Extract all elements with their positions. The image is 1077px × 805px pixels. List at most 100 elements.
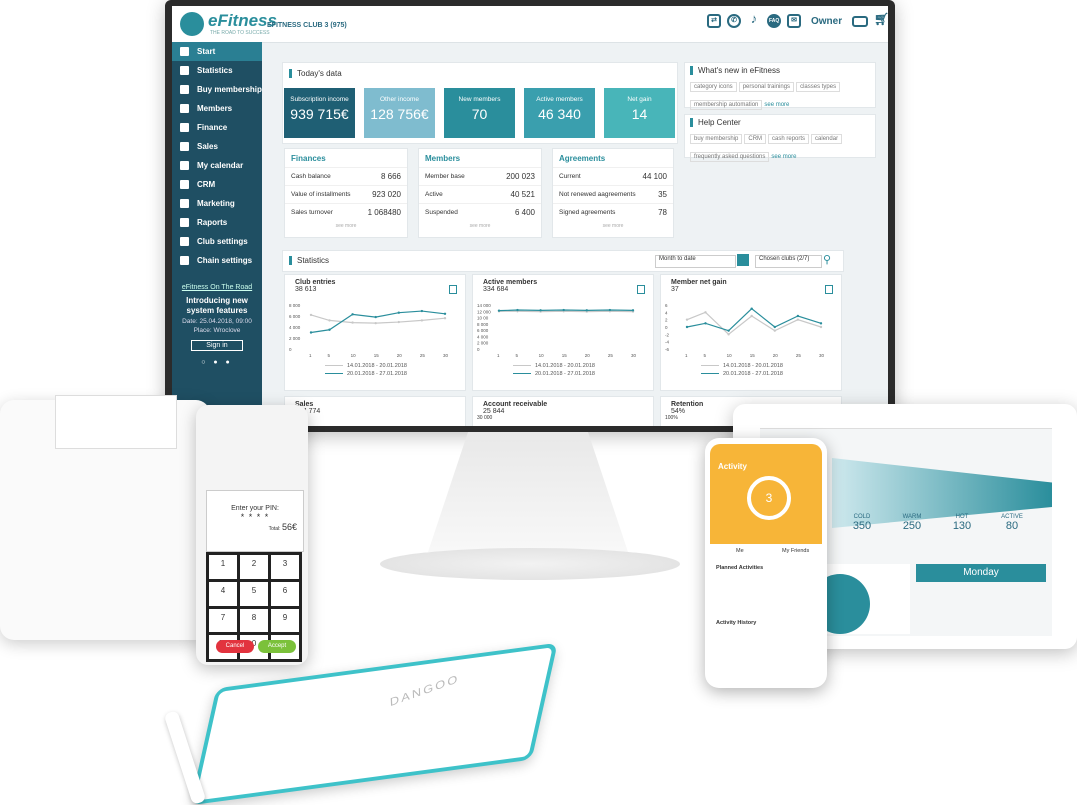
cart-icon[interactable]: 🛒︎ [874, 14, 888, 28]
keypad-key[interactable]: 4 [209, 582, 237, 606]
data-point [444, 317, 446, 319]
tag-link[interactable]: category icons [690, 82, 737, 92]
sidebar-item-chain-settings[interactable]: Chain settings [172, 251, 262, 270]
user-menu[interactable]: Owner [811, 16, 842, 27]
tag-link[interactable]: frequently asked questions [690, 152, 769, 162]
keypad-key[interactable]: 2 [240, 555, 268, 579]
phone-icon[interactable]: ✆ [727, 14, 741, 28]
receipt-paper [55, 395, 177, 449]
bell-icon[interactable]: ♪ [747, 14, 761, 28]
kpi-card[interactable]: Subscription income939 715€ [284, 88, 355, 138]
see-more-link[interactable]: see more [285, 223, 407, 229]
card-icon[interactable] [852, 16, 868, 27]
data-point [774, 329, 776, 331]
legend-label: 14.01.2018 - 20.01.2018 [347, 363, 407, 369]
x-tick-label: 25 [420, 353, 426, 358]
stat-row: Signed agreements78 [553, 203, 673, 221]
carousel-dots[interactable]: ○ ● ● [172, 359, 262, 366]
sidebar-item-start[interactable]: Start [172, 42, 262, 61]
promo-heading[interactable]: eFitness On The Road [172, 284, 262, 291]
bottom-chart-card: Sales254 774 [284, 396, 466, 426]
location-pin-icon[interactable]: ⚲ [823, 253, 831, 266]
faq-icon[interactable]: FAQ [767, 14, 781, 28]
legend-label: 20.01.2018 - 27.01.2018 [723, 371, 783, 377]
sidebar-item-finance[interactable]: Finance [172, 118, 262, 137]
see-more-link[interactable]: see more [553, 223, 673, 229]
sidebar-item-raports[interactable]: Raports [172, 213, 262, 232]
sidebar-item-statistics[interactable]: Statistics [172, 61, 262, 80]
data-point [686, 326, 688, 328]
keypad-key[interactable]: 5 [240, 582, 268, 606]
clubs-select[interactable]: Chosen clubs (2/7) [755, 255, 822, 268]
download-icon[interactable] [449, 285, 457, 294]
data-point [310, 314, 312, 316]
sidebar: StartStatisticsBuy membershipMembersFina… [172, 42, 262, 426]
data-point [374, 316, 376, 318]
stat-value: 35 [658, 190, 667, 199]
mail-icon[interactable]: ✉ [787, 14, 801, 28]
legend-label: 20.01.2018 - 27.01.2018 [535, 371, 595, 377]
sidebar-item-buy-membership[interactable]: Buy membership [172, 80, 262, 99]
sidebar-item-club-settings[interactable]: Club settings [172, 232, 262, 251]
tag-link[interactable]: personal trainings [739, 82, 794, 92]
keypad-key[interactable]: 7 [209, 609, 237, 633]
keypad-key[interactable]: 9 [271, 609, 299, 633]
tag-link[interactable]: classes types [796, 82, 840, 92]
pin-prompt: Enter your PIN: [207, 505, 303, 512]
stat-row: Value of installments923 020 [285, 185, 407, 203]
tag-link[interactable]: calendar [811, 134, 842, 144]
switch-icon[interactable]: ⇄ [707, 14, 721, 28]
chart-value: 37 [671, 286, 841, 293]
keypad-key[interactable]: 8 [240, 609, 268, 633]
sidebar-item-marketing[interactable]: Marketing [172, 194, 262, 213]
x-tick-label: 5 [703, 353, 706, 358]
download-icon[interactable] [825, 285, 833, 294]
keypad-key[interactable]: 6 [271, 582, 299, 606]
calendar-icon[interactable] [737, 254, 749, 266]
kpi-card[interactable]: Active members46 340 [524, 88, 595, 138]
kpi-card[interactable]: Net gain14 [604, 88, 675, 138]
y-tick-label: 8 000 [289, 303, 301, 308]
tab-me[interactable]: Me [736, 548, 744, 554]
sidebar-item-crm[interactable]: CRM [172, 175, 262, 194]
x-tick-label: 15 [562, 353, 568, 358]
sidebar-item-label: Raports [197, 218, 227, 227]
series-line [687, 309, 821, 331]
see-more-link[interactable]: see more [764, 102, 789, 108]
kpi-value: 46 340 [524, 106, 595, 122]
tab-friends[interactable]: My Friends [782, 548, 809, 554]
tag-link[interactable]: CRM [744, 134, 766, 144]
kpi-card[interactable]: Other income128 756€ [364, 88, 435, 138]
accept-button[interactable]: Accept [258, 640, 296, 653]
y-tick-label: 30 000 [477, 415, 653, 421]
y-tick-label: -2 [665, 332, 669, 337]
period-select[interactable]: Month to date [655, 255, 736, 268]
y-tick-label: 10 00 [477, 316, 489, 321]
basket-icon [180, 142, 189, 151]
download-icon[interactable] [637, 285, 645, 294]
kpi-value: 128 756€ [364, 106, 435, 122]
promo-box: eFitness On The Road Introducing new sys… [172, 284, 262, 366]
y-tick-label: 6 000 [477, 328, 489, 333]
tag-link[interactable]: cash reports [768, 134, 809, 144]
tag-link[interactable]: buy membership [690, 134, 742, 144]
y-tick-label: -6 [665, 347, 669, 352]
see-more-link[interactable]: see more [419, 223, 541, 229]
stat-row: Cash balance8 666 [285, 167, 407, 185]
y-tick-label: 14 000 [477, 303, 491, 308]
data-point [351, 321, 353, 323]
x-tick-label: 20 [585, 353, 591, 358]
sidebar-item-my-calendar[interactable]: My calendar [172, 156, 262, 175]
tag-link[interactable]: membership automation [690, 100, 762, 110]
sidebar-item-sales[interactable]: Sales [172, 137, 262, 156]
cancel-button[interactable]: Cancel [216, 640, 254, 653]
sidebar-item-members[interactable]: Members [172, 99, 262, 118]
keypad-key[interactable]: 3 [271, 555, 299, 579]
keypad-key[interactable]: 1 [209, 555, 237, 579]
agreements-title: Agreements [553, 149, 673, 167]
data-point [820, 326, 822, 328]
chart-card: Member net gain376420-2-4-61510152025301… [660, 274, 842, 391]
kpi-card[interactable]: New members70 [444, 88, 515, 138]
see-more-link[interactable]: see more [771, 154, 796, 160]
sign-in-button[interactable]: Sign in [191, 340, 242, 351]
